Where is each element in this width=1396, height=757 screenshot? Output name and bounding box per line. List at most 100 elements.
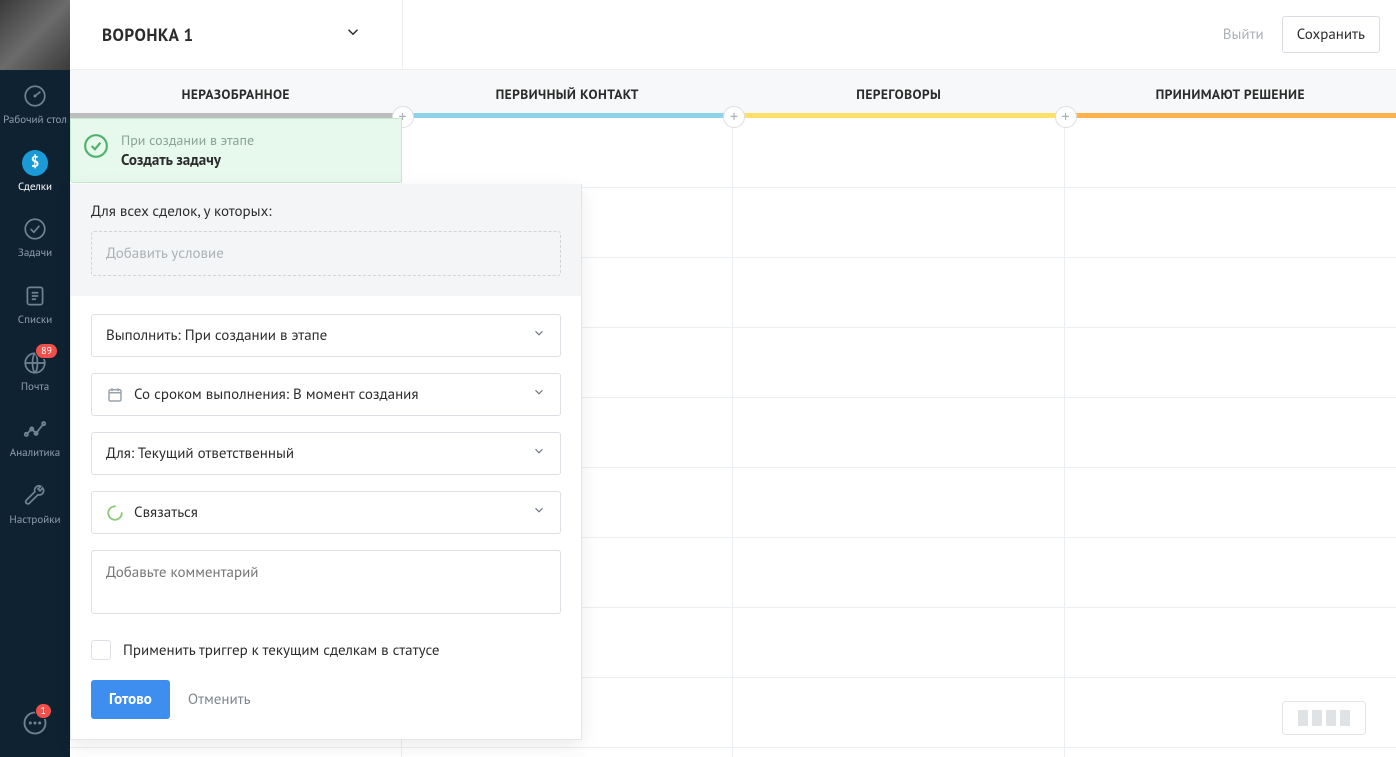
exit-button[interactable]: Выйти <box>1223 25 1264 44</box>
nav: Рабочий стол $ Сделки Задачи Списки Почт… <box>0 70 70 693</box>
condition-section-label: Для всех сделок, у которых: <box>91 202 561 221</box>
grid-cell[interactable] <box>1065 608 1396 678</box>
chevron-down-icon <box>532 503 546 522</box>
stage-name: ПРИНИМАЮТ РЕШЕНИЕ <box>1156 85 1305 103</box>
deadline-select[interactable]: Со сроком выполнения: В момент создания <box>91 373 561 416</box>
sidebar-item-mail[interactable]: Почта 89 <box>0 337 70 404</box>
grid-cell[interactable] <box>1065 118 1396 188</box>
grid-cell[interactable] <box>733 608 1064 678</box>
sidebar-item-deals[interactable]: $ Сделки <box>0 137 70 204</box>
wrench-icon <box>21 482 49 510</box>
sidebar-item-label: Рабочий стол <box>3 114 67 127</box>
add-stage-button[interactable]: + <box>723 106 745 128</box>
apply-trigger-label: Применить триггер к текущим сделкам в ст… <box>123 641 440 660</box>
action-type-select[interactable]: Связаться <box>91 491 561 534</box>
add-stage-button[interactable]: + <box>1055 106 1077 128</box>
sidebar-item-label: Списки <box>18 314 52 327</box>
analytics-icon <box>21 415 49 443</box>
sidebar-item-analytics[interactable]: Аналитика <box>0 403 70 470</box>
sidebar-item-lists[interactable]: Списки <box>0 270 70 337</box>
sidebar-chat[interactable]: 1 <box>0 693 70 757</box>
trigger-action-label: Создать задачу <box>121 151 385 170</box>
grid-cell[interactable] <box>1065 188 1396 258</box>
grid-cell[interactable] <box>402 118 733 188</box>
chevron-down-icon <box>532 385 546 404</box>
trigger-condition-label: При создании в этапе <box>121 131 385 149</box>
chevron-down-icon <box>532 444 546 463</box>
spinner-icon <box>106 504 124 522</box>
widget-bar <box>1312 710 1322 726</box>
sidebar-item-label: Сделки <box>18 181 52 194</box>
sidebar-item-label: Почта <box>21 381 49 394</box>
grid-cell[interactable] <box>1065 398 1396 468</box>
select-value: Со сроком выполнения: В момент создания <box>134 385 419 404</box>
sidebar-item-dashboard[interactable]: Рабочий стол <box>0 70 70 137</box>
sidebar-item-label: Настройки <box>9 514 60 527</box>
done-button[interactable]: Готово <box>91 680 170 719</box>
deals-icon: $ <box>21 149 49 177</box>
grid-cell[interactable] <box>1065 328 1396 398</box>
grid-cell[interactable] <box>1065 468 1396 538</box>
grid-cell[interactable] <box>733 258 1064 328</box>
stage-name: ПЕРВИЧНЫЙ КОНТАКТ <box>496 85 639 103</box>
stages-header: НЕРАЗОБРАННОЕ + ПЕРВИЧНЫЙ КОНТАКТ + ПЕРЕ… <box>70 70 1396 118</box>
cancel-button[interactable]: Отменить <box>188 690 251 709</box>
select-value: Выполнить: При создании в этапе <box>106 326 327 345</box>
stage-decision[interactable]: ПРИНИМАЮТ РЕШЕНИЕ <box>1065 70 1396 118</box>
header-actions: Выйти Сохранить <box>1223 16 1396 53</box>
sidebar: Рабочий стол $ Сделки Задачи Списки Почт… <box>0 0 70 757</box>
grid-cell[interactable] <box>733 118 1064 188</box>
floating-widget[interactable] <box>1282 701 1366 735</box>
grid-cell[interactable] <box>733 328 1064 398</box>
sidebar-item-label: Аналитика <box>10 447 60 460</box>
stage-negotiation[interactable]: ПЕРЕГОВОРЫ + <box>733 70 1065 118</box>
apply-trigger-checkbox-row: Применить триггер к текущим сделкам в ст… <box>71 622 581 660</box>
divider <box>402 0 403 70</box>
logo-area <box>0 0 70 70</box>
header: ВОРОНКА 1 Выйти Сохранить <box>70 0 1396 70</box>
sidebar-item-settings[interactable]: Настройки <box>0 470 70 537</box>
grid-cell[interactable] <box>733 538 1064 608</box>
save-button[interactable]: Сохранить <box>1282 16 1380 53</box>
pipeline-title: ВОРОНКА 1 <box>102 24 194 46</box>
check-circle-icon <box>21 215 49 243</box>
chevron-down-icon <box>344 23 362 46</box>
lane <box>733 118 1065 757</box>
popup-condition-section: Для всех сделок, у которых: Добавить усл… <box>71 184 581 296</box>
stage-name: ПЕРЕГОВОРЫ <box>856 85 941 103</box>
grid-cell[interactable] <box>733 678 1064 748</box>
stage-unreviewed[interactable]: НЕРАЗОБРАННОЕ + <box>70 70 402 118</box>
lane <box>1065 118 1396 757</box>
stage-first-contact[interactable]: ПЕРВИЧНЫЙ КОНТАКТ + <box>402 70 734 118</box>
mail-badge: 89 <box>35 343 58 359</box>
list-icon <box>21 282 49 310</box>
comment-textarea[interactable] <box>91 550 561 614</box>
widget-bar <box>1298 710 1308 726</box>
popup-actions: Готово Отменить <box>71 660 581 739</box>
select-value: Связаться <box>134 503 198 522</box>
sidebar-item-label: Задачи <box>18 247 52 260</box>
grid-cell[interactable] <box>733 468 1064 538</box>
chevron-down-icon <box>532 326 546 345</box>
chat-badge: 1 <box>35 703 52 719</box>
calendar-icon <box>106 386 124 404</box>
grid-cell[interactable] <box>733 398 1064 468</box>
select-value: Для: Текущий ответственный <box>106 444 294 463</box>
widget-bar <box>1340 710 1350 726</box>
pipeline-selector[interactable]: ВОРОНКА 1 <box>70 23 394 46</box>
grid-cell[interactable] <box>1065 258 1396 328</box>
assignee-select[interactable]: Для: Текущий ответственный <box>91 432 561 475</box>
add-condition-button[interactable]: Добавить условие <box>91 231 561 276</box>
check-circle-icon <box>83 133 109 159</box>
popup-body: Выполнить: При создании в этапе Со сроко… <box>71 296 581 622</box>
widget-bar <box>1326 710 1336 726</box>
apply-trigger-checkbox[interactable] <box>91 640 111 660</box>
grid-cell[interactable] <box>1065 538 1396 608</box>
trigger-edit-popup: Для всех сделок, у которых: Добавить усл… <box>70 184 582 740</box>
trigger-card[interactable]: При создании в этапе Создать задачу <box>70 118 402 183</box>
grid-cell[interactable] <box>733 188 1064 258</box>
sidebar-item-tasks[interactable]: Задачи <box>0 203 70 270</box>
stage-name: НЕРАЗОБРАННОЕ <box>182 85 290 103</box>
execute-when-select[interactable]: Выполнить: При создании в этапе <box>91 314 561 357</box>
gauge-icon <box>21 82 49 110</box>
